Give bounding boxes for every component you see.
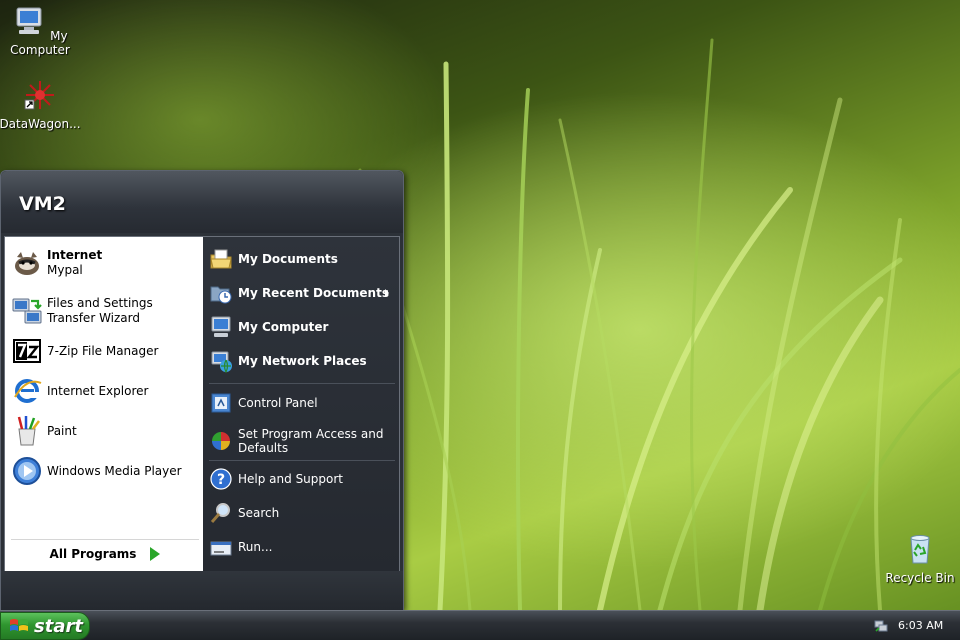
place-my-documents[interactable]: My Documents xyxy=(209,243,395,275)
program-item-label: Internet Explorer xyxy=(47,383,149,398)
my-documents-icon xyxy=(210,249,232,269)
all-programs-label: All Programs xyxy=(49,546,137,561)
start-menu: VM2 Internet Mypal Files and Settings Tr… xyxy=(0,170,404,611)
place-label: My Computer xyxy=(238,320,329,334)
program-item-label: Files and Settings Transfer Wizard xyxy=(47,296,153,325)
system-label: Control Panel xyxy=(238,396,318,410)
7zip-icon xyxy=(13,339,41,363)
place-label: My Recent Documents xyxy=(238,286,389,300)
my-computer-icon xyxy=(16,7,42,34)
place-my-network-places[interactable]: My Network Places xyxy=(209,345,395,377)
program-item-media-player[interactable]: Windows Media Player xyxy=(11,453,199,489)
program-item-label: Windows Media Player xyxy=(47,463,182,478)
desktop-icon-recycle-bin[interactable]: Recycle Bin xyxy=(878,532,960,585)
menu-separator xyxy=(209,460,395,461)
place-my-computer[interactable]: My Computer xyxy=(209,311,395,343)
svg-text:?: ? xyxy=(217,472,225,488)
datawagon-shortcut-icon xyxy=(24,81,54,110)
tool-label: Search xyxy=(238,506,280,520)
program-item-transfer-wizard[interactable]: Files and Settings Transfer Wizard xyxy=(11,293,199,329)
program-item-label: Paint xyxy=(47,423,77,438)
program-item-paint[interactable]: Paint xyxy=(11,413,199,449)
pinned-item-title: Internet xyxy=(47,248,103,262)
place-my-recent-documents[interactable]: My Recent Documents xyxy=(209,277,395,309)
clock[interactable]: 6:03 AM xyxy=(898,619,943,632)
network-places-icon xyxy=(211,351,232,373)
desktop-icon-my-computer[interactable]: My Computer xyxy=(0,4,82,57)
place-label: My Documents xyxy=(238,252,338,266)
internet-explorer-icon xyxy=(14,379,42,403)
transfer-wizard-icon xyxy=(12,298,42,324)
taskbar: start 6:03 AM xyxy=(0,610,960,640)
mypal-browser-icon xyxy=(15,252,39,275)
programs-pane: Internet Mypal Files and Settings Transf… xyxy=(5,237,203,571)
pinned-item-internet[interactable]: Internet Mypal xyxy=(11,245,199,281)
desktop-icon-label: DataWagon... xyxy=(0,117,81,131)
start-button[interactable]: start xyxy=(0,612,90,640)
recent-documents-icon xyxy=(210,286,232,304)
start-label: start xyxy=(34,615,83,637)
start-menu-header: VM2 xyxy=(1,171,403,233)
system-program-access[interactable]: Set Program Access and Defaults xyxy=(209,423,395,459)
search-icon xyxy=(210,503,230,523)
control-panel-icon xyxy=(211,393,231,413)
windows-logo-icon xyxy=(10,619,28,631)
run-icon xyxy=(210,541,232,556)
tool-search[interactable]: Search xyxy=(209,497,395,529)
program-defaults-icon xyxy=(212,432,230,450)
all-programs-button[interactable]: All Programs xyxy=(11,539,199,567)
arrow-right-icon xyxy=(150,546,161,561)
tool-help-and-support[interactable]: ? Help and Support xyxy=(209,463,395,495)
start-menu-body: Internet Mypal Files and Settings Transf… xyxy=(4,236,400,572)
system-control-panel[interactable]: Control Panel xyxy=(209,387,395,419)
my-computer-icon xyxy=(211,316,231,337)
program-item-label: 7-Zip File Manager xyxy=(47,343,159,358)
tool-run[interactable]: Run... xyxy=(209,531,395,563)
desktop-icon-label: Recycle Bin xyxy=(885,571,955,585)
start-menu-footer xyxy=(1,571,403,611)
program-item-7zip[interactable]: 7-Zip File Manager xyxy=(11,333,199,369)
tool-label: Help and Support xyxy=(238,472,343,486)
recycle-bin-icon xyxy=(910,535,930,564)
menu-separator xyxy=(209,383,395,384)
submenu-arrow-icon xyxy=(385,289,389,297)
tool-label: Run... xyxy=(238,540,273,554)
help-icon: ? xyxy=(210,468,232,490)
system-tray: 6:03 AM xyxy=(866,611,960,640)
desktop-icon-datawagon[interactable]: DataWagon... xyxy=(0,78,82,131)
paint-icon xyxy=(17,416,40,446)
system-label: Set Program Access and Defaults xyxy=(238,427,384,455)
media-player-icon xyxy=(13,457,41,485)
pinned-item-subtitle: Mypal xyxy=(47,263,83,277)
places-pane: My Documents My Recent Documents My Comp… xyxy=(203,237,399,571)
place-label: My Network Places xyxy=(238,354,367,368)
user-name: VM2 xyxy=(19,193,66,215)
network-status-icon[interactable] xyxy=(874,619,888,633)
program-item-internet-explorer[interactable]: Internet Explorer xyxy=(11,373,199,409)
